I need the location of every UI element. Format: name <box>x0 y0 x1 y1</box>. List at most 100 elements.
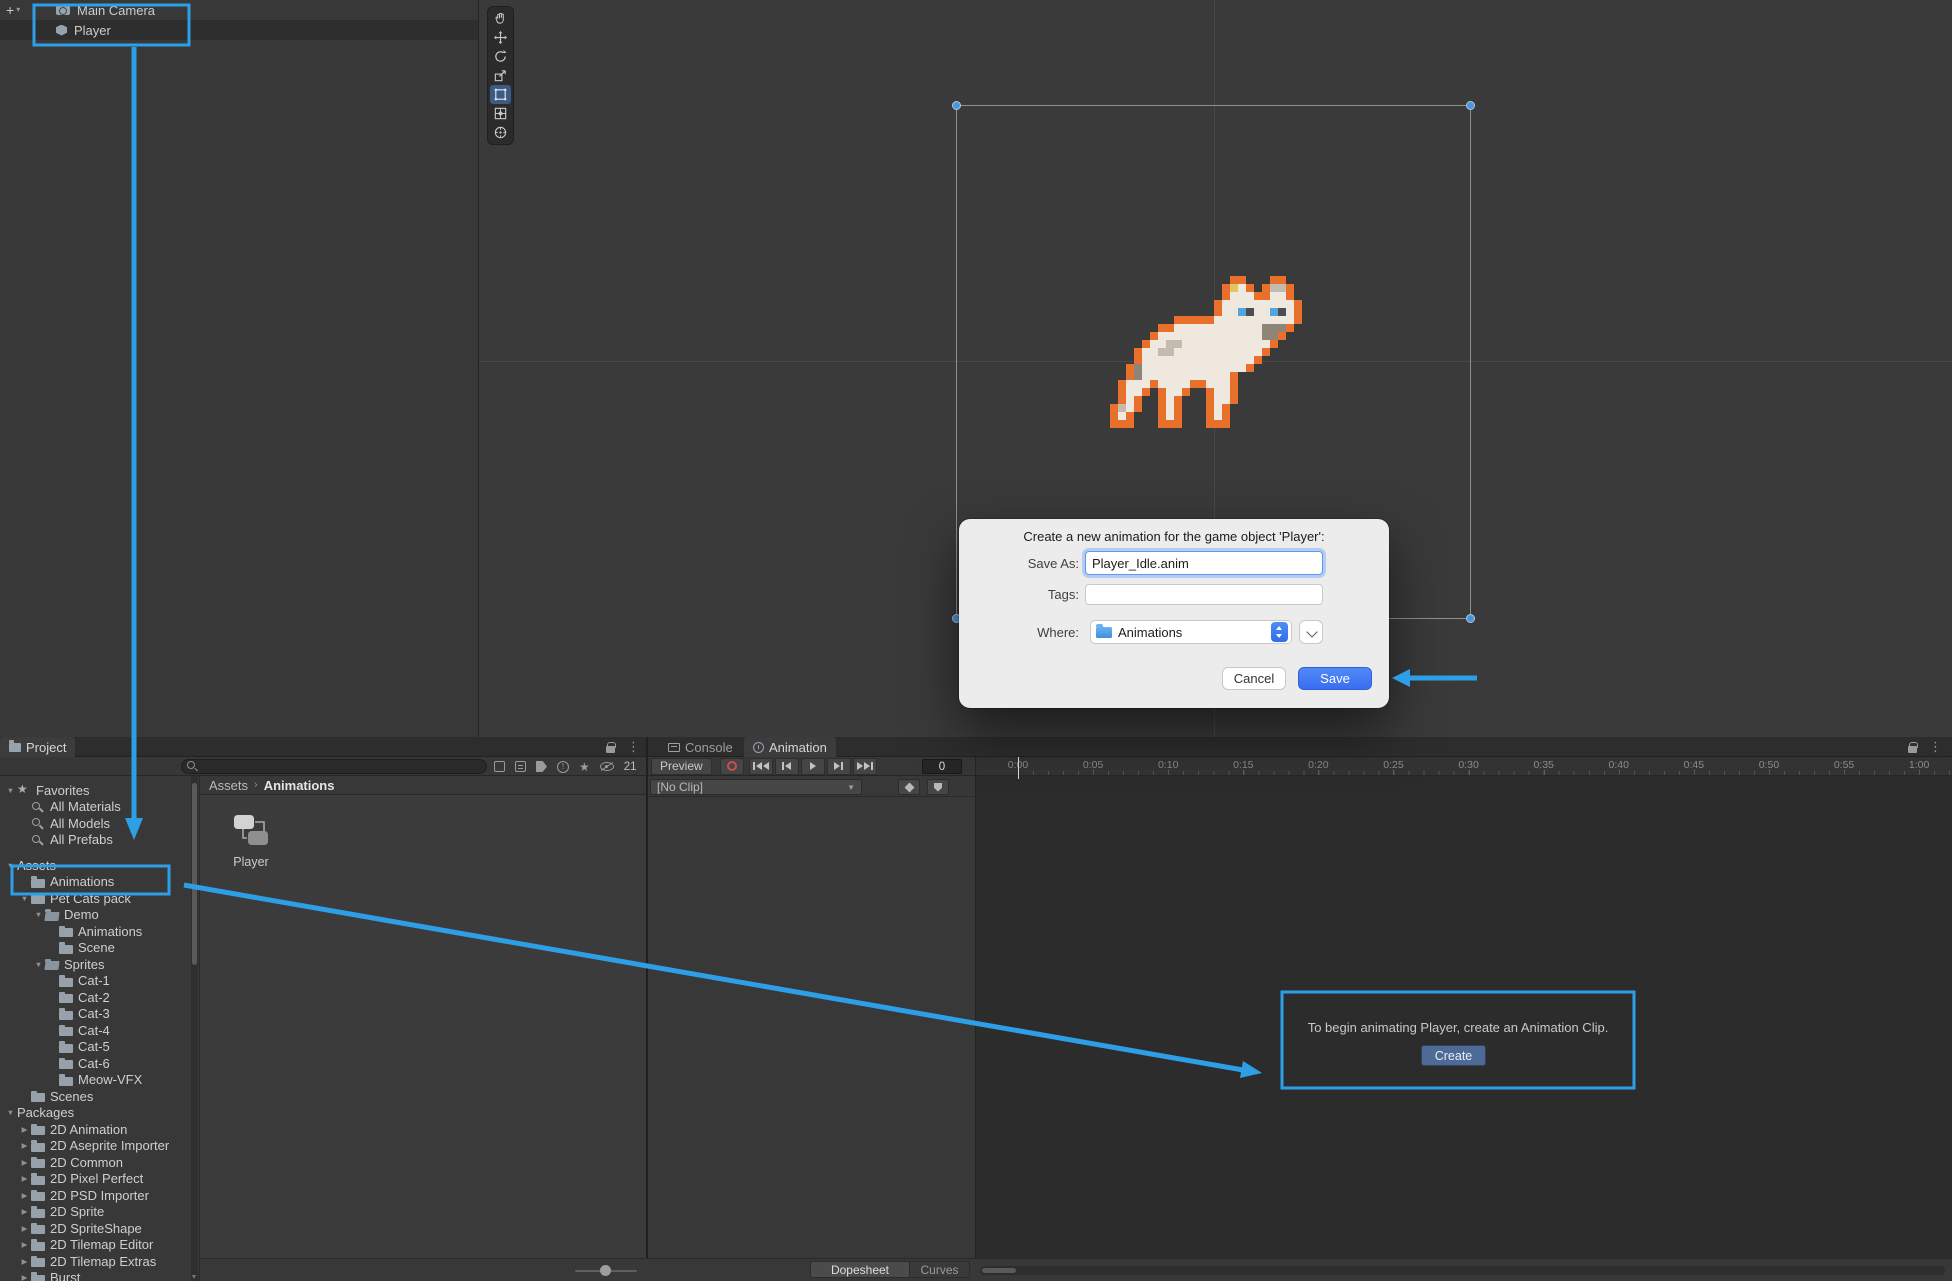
dopesheet-button[interactable]: Dopesheet <box>810 1261 910 1278</box>
tree-item[interactable]: Meow-VFX <box>0 1072 199 1089</box>
zoom-slider-knob[interactable] <box>600 1265 611 1276</box>
panel-menu-icon[interactable]: ⋮ <box>627 740 640 754</box>
add-keyframe-button[interactable] <box>898 779 920 795</box>
expand-arrow-icon[interactable] <box>4 786 17 795</box>
scene-tool-button[interactable] <box>490 9 511 28</box>
info-icon[interactable]: ! <box>557 760 569 773</box>
sprite-packer-icon[interactable] <box>494 761 505 772</box>
expand-arrow-icon[interactable] <box>18 1158 31 1167</box>
play-button[interactable] <box>800 757 825 775</box>
scene-tool-button[interactable] <box>490 123 511 142</box>
dopesheet-area[interactable] <box>975 776 1952 1258</box>
tree-item[interactable]: Burst <box>0 1270 199 1281</box>
add-event-button[interactable] <box>927 779 949 795</box>
breadcrumb-current[interactable]: Animations <box>264 778 335 793</box>
project-animation-divider[interactable] <box>646 737 648 1281</box>
tree-item[interactable]: Pet Cats pack <box>0 890 199 907</box>
scrollbar-thumb[interactable] <box>192 783 197 965</box>
record-button[interactable] <box>719 757 744 775</box>
expand-arrow-icon[interactable] <box>32 910 45 919</box>
scene-tool-button[interactable] <box>490 66 511 85</box>
lock-icon[interactable] <box>1908 741 1918 753</box>
scene-tool-button[interactable] <box>490 104 511 123</box>
tree-item[interactable]: 2D Aseprite Importer <box>0 1138 199 1155</box>
tree-item[interactable]: Cat-4 <box>0 1022 199 1039</box>
tree-item[interactable]: Sprites <box>0 956 199 973</box>
go-to-start-button[interactable] <box>748 757 773 775</box>
tree-scrollbar[interactable] <box>191 776 198 1281</box>
selection-handle[interactable] <box>1466 101 1475 110</box>
tree-item[interactable]: Animations <box>0 923 199 940</box>
expand-arrow-icon[interactable] <box>18 1207 31 1216</box>
tree-item[interactable]: Cat-5 <box>0 1039 199 1056</box>
expand-arrow-icon[interactable] <box>4 1108 17 1117</box>
expand-arrow-icon[interactable] <box>18 1141 31 1150</box>
playhead[interactable] <box>1018 757 1019 779</box>
expand-arrow-icon[interactable] <box>18 1257 31 1266</box>
cancel-button[interactable]: Cancel <box>1222 667 1286 690</box>
tree-item[interactable]: 2D Sprite <box>0 1204 199 1221</box>
scrollbar-thumb[interactable] <box>982 1268 1016 1273</box>
tree-item[interactable]: Cat-2 <box>0 989 199 1006</box>
tree-item[interactable]: Assets <box>0 857 199 874</box>
save-button[interactable]: Save <box>1298 667 1372 690</box>
scrollbar-down-arrow[interactable] <box>192 1275 196 1279</box>
tree-item[interactable]: All Prefabs <box>0 832 199 849</box>
hidden-items-eye-icon[interactable] <box>599 762 614 771</box>
tree-item[interactable]: Favorites <box>0 782 199 799</box>
tree-item[interactable]: Demo <box>0 907 199 924</box>
tree-item[interactable]: Cat-3 <box>0 1006 199 1023</box>
tree-item[interactable]: Animations <box>0 874 199 891</box>
scene-tool-button[interactable] <box>490 47 511 66</box>
animation-panel-divider[interactable] <box>975 757 976 1258</box>
expand-arrow-icon[interactable] <box>18 894 31 903</box>
tree-item[interactable]: 2D SpriteShape <box>0 1220 199 1237</box>
curves-button[interactable]: Curves <box>910 1261 970 1278</box>
expand-arrow-icon[interactable] <box>18 1240 31 1249</box>
selection-handle[interactable] <box>952 101 961 110</box>
selection-handle[interactable] <box>1466 614 1475 623</box>
expand-arrow-icon[interactable] <box>32 960 45 969</box>
tree-item[interactable]: 2D Animation <box>0 1121 199 1138</box>
current-frame-field[interactable]: 0 <box>922 759 962 774</box>
tree-item[interactable]: 2D Pixel Perfect <box>0 1171 199 1188</box>
expand-dialog-button[interactable] <box>1299 620 1323 644</box>
timeline-ruler[interactable]: 0:000:050:100:150:200:250:300:350:400:45… <box>975 757 1952 776</box>
tree-item[interactable]: 2D Tilemap Extras <box>0 1253 199 1270</box>
tree-item[interactable]: Packages <box>0 1105 199 1122</box>
tree-item[interactable]: Cat-6 <box>0 1055 199 1072</box>
next-key-button[interactable] <box>826 757 851 775</box>
tree-item[interactable]: 2D Common <box>0 1154 199 1171</box>
tab-animation[interactable]: Animation <box>744 737 836 757</box>
expand-arrow-icon[interactable] <box>18 1224 31 1233</box>
expand-arrow-icon[interactable] <box>18 1125 31 1134</box>
previous-key-button[interactable] <box>774 757 799 775</box>
tree-item[interactable]: 2D Tilemap Editor <box>0 1237 199 1254</box>
filter-by-label-icon[interactable] <box>536 761 547 772</box>
preview-toggle[interactable]: Preview <box>651 757 712 775</box>
tree-item[interactable]: 2D PSD Importer <box>0 1187 199 1204</box>
timeline-scrollbar[interactable] <box>980 1266 1945 1275</box>
asset-item-player[interactable]: Player <box>230 808 272 869</box>
tree-item[interactable]: Cat-1 <box>0 973 199 990</box>
project-search-input[interactable] <box>181 759 487 774</box>
filter-by-type-icon[interactable] <box>515 761 526 772</box>
clip-dropdown[interactable]: [No Clip] ▼ <box>650 779 862 795</box>
where-folder-dropdown[interactable]: Animations <box>1090 620 1292 644</box>
favorites-star-icon[interactable]: ★ <box>579 761 590 773</box>
tags-input[interactable] <box>1085 584 1323 605</box>
tree-item[interactable]: Scenes <box>0 1088 199 1105</box>
tab-project[interactable]: Project <box>0 737 76 757</box>
expand-arrow-icon[interactable] <box>4 861 17 870</box>
create-clip-button[interactable]: Create <box>1421 1045 1486 1066</box>
hierarchy-item-main-camera[interactable]: Main Camera <box>0 0 478 20</box>
expand-arrow-icon[interactable] <box>18 1191 31 1200</box>
lock-icon[interactable] <box>606 741 616 753</box>
scene-tool-button[interactable] <box>490 28 511 47</box>
expand-arrow-icon[interactable] <box>18 1273 31 1281</box>
tree-item[interactable]: All Models <box>0 815 199 832</box>
tab-console[interactable]: Console <box>659 737 742 757</box>
breadcrumb-root[interactable]: Assets <box>209 778 248 793</box>
player-cat-sprite[interactable] <box>1110 276 1318 428</box>
save-as-input[interactable] <box>1085 551 1323 575</box>
